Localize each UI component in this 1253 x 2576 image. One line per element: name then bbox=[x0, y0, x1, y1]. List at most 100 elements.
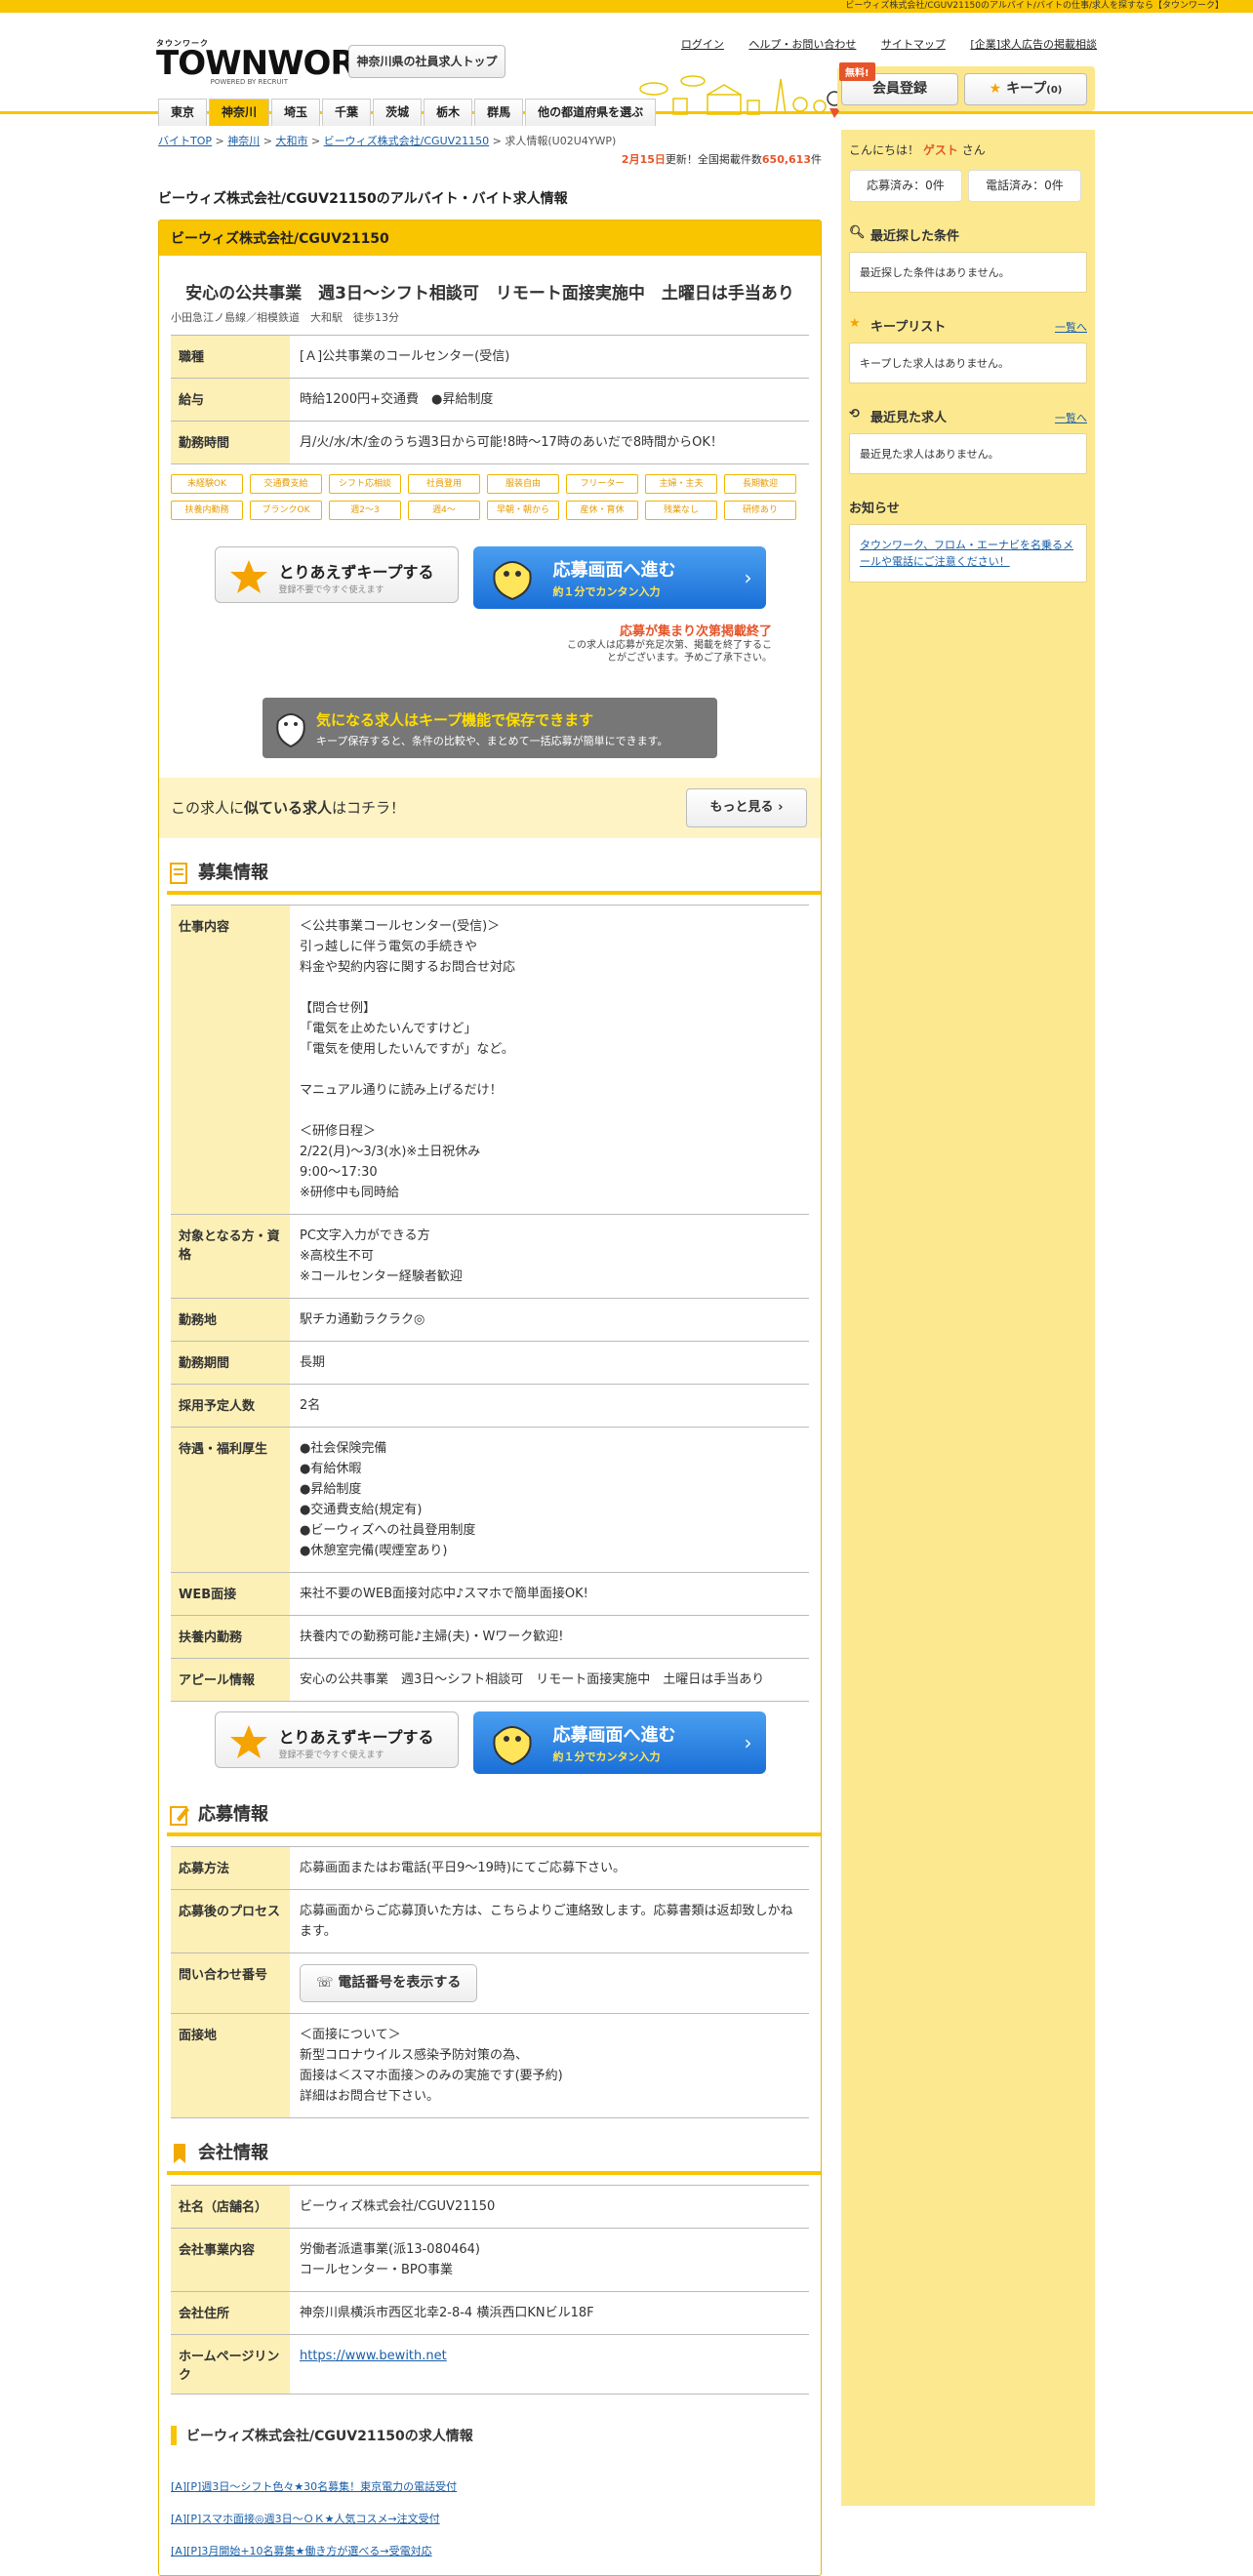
header-links: ログイン ヘルプ・お問い合わせ サイトマップ [企業]求人広告の掲載相談 bbox=[660, 36, 1097, 52]
feature-tag[interactable]: 交通費支給 bbox=[250, 474, 322, 494]
login-link[interactable]: ログイン bbox=[681, 38, 724, 51]
tab-tochigi[interactable]: 栃木 bbox=[424, 99, 473, 126]
table-row: 仕事内容 ＜公共事業コールセンター(受信)＞ 引っ越しに伴う電気の手続きや 料金や… bbox=[171, 905, 809, 1215]
notice-heading: お知らせ bbox=[849, 502, 900, 516]
star-icon bbox=[229, 1725, 267, 1758]
table-row: 問い合わせ番号 ☏ 電話番号を表示する bbox=[171, 1952, 809, 2014]
feature-tag[interactable]: 長期歓迎 bbox=[724, 474, 796, 494]
row-label: 会社住所 bbox=[171, 2291, 290, 2335]
breadcrumb-item[interactable]: バイトTOP bbox=[158, 135, 212, 147]
table-row: 会社住所 神奈川県横浜市西区北幸2-8-4 横浜西口KNビル18F bbox=[171, 2291, 809, 2335]
row-value: ☏ 電話番号を表示する bbox=[290, 1952, 809, 2014]
bookmark-icon bbox=[174, 2144, 185, 2163]
tab-kanagawa[interactable]: 神奈川 bbox=[209, 99, 270, 126]
row-label: 勤務期間 bbox=[171, 1341, 290, 1385]
tab-saitama[interactable]: 埼玉 bbox=[271, 99, 321, 126]
tab-chiba[interactable]: 千葉 bbox=[322, 99, 372, 126]
row-value: 2名 bbox=[290, 1384, 809, 1428]
see-more-button[interactable]: もっと見る › bbox=[686, 788, 807, 827]
breadcrumb-item[interactable]: ビーウィズ株式会社/CGUV21150 bbox=[324, 135, 489, 147]
chevron-right-icon: › bbox=[778, 800, 784, 815]
tab-gunma[interactable]: 群馬 bbox=[474, 99, 524, 126]
feature-tag[interactable]: 主婦・主夫 bbox=[645, 474, 717, 494]
homepage-link[interactable]: https://www.bewith.net bbox=[290, 2334, 809, 2395]
breadcrumb-item[interactable]: 大和市 bbox=[275, 135, 307, 147]
status-counts: 応募済み：0件 電話済み：0件 bbox=[849, 170, 1087, 202]
sitemap-link[interactable]: サイトマップ bbox=[881, 38, 946, 51]
feature-tag[interactable]: 研修あり bbox=[724, 501, 796, 520]
prefecture-tabs: 東京 神奈川 埼玉 千葉 茨城 栃木 群馬 他の都道府県を選ぶ bbox=[158, 99, 658, 126]
feature-tag[interactable]: 早朝・朝から bbox=[487, 501, 559, 520]
row-label: 応募後のプロセス bbox=[171, 1889, 290, 1953]
company-job-link[interactable]: [A][P]3月開始+10名募集★働き方が選べる→受電対応 bbox=[171, 2543, 809, 2558]
sidebar: こんにちは！ ゲスト さん 応募済み：0件 電話済み：0件 🔍︎ 最近探した条件… bbox=[841, 130, 1095, 2506]
apply-button[interactable]: 応募画面へ進む 約１分でカンタン入力 › bbox=[472, 1711, 766, 1774]
feature-tag[interactable]: 服装自由 bbox=[487, 474, 559, 494]
called-count[interactable]: 電話済み：0件 bbox=[968, 170, 1081, 202]
apply-table: 応募方法 応募画面またはお電話(平日9～19時)にてご応募下さい。 応募後のプロセス… bbox=[171, 1846, 809, 2118]
row-value: 月/火/水/木/金のうち週3日から可能!8時～17時のあいだで8時間からOK！ bbox=[290, 421, 809, 464]
mascot-icon bbox=[276, 713, 305, 748]
row-value: [Ａ]公共事業のコールセンター(受信) bbox=[290, 335, 809, 379]
advertise-link[interactable]: [企業]求人広告の掲載相談 bbox=[970, 38, 1097, 51]
table-row: 職種 [Ａ]公共事業のコールセンター(受信) bbox=[171, 335, 809, 379]
row-label: 職種 bbox=[171, 335, 290, 379]
row-label: 勤務時間 bbox=[171, 421, 290, 464]
keeplist-more-link[interactable]: 一覧へ bbox=[1055, 319, 1087, 335]
table-row: WEB面接 来社不要のWEB面接対応中♪スマホで簡単面接OK! bbox=[171, 1572, 809, 1616]
recent-conditions-box: 最近探した条件はありません。 bbox=[849, 252, 1087, 293]
apply-button[interactable]: 応募画面へ進む 約１分でカンタン入力 › bbox=[472, 546, 766, 609]
row-value: ビーウィズ株式会社/CGUV21150 bbox=[290, 2185, 809, 2229]
applied-count[interactable]: 応募済み：0件 bbox=[849, 170, 962, 202]
row-value: 応募画面からご応募頂いた方は、こちらよりご連絡致します。応募書類は返却致しかねま… bbox=[290, 1889, 809, 1953]
feature-tag[interactable]: 未経験OK bbox=[171, 474, 243, 494]
feature-tag[interactable]: 週2～3 bbox=[329, 501, 401, 520]
company-job-link[interactable]: [A][P]スマホ面接◎週3日～ＯＫ★人気コスメ→注文受付 bbox=[171, 2511, 809, 2526]
row-label: 面接地 bbox=[171, 2013, 290, 2118]
company-job-link[interactable]: [A][P]週3日～シフト色々★30名募集！東京電力の電話受付 bbox=[171, 2478, 809, 2494]
feature-tag[interactable]: 週4～ bbox=[408, 501, 480, 520]
townwork-logo[interactable]: タウンワーク TOWNWORK POWERED BY RECRUIT bbox=[156, 38, 381, 86]
table-row: 面接地 ＜面接について＞ 新型コロナウイルス感染予防対策の為、 面接は＜スマホ面接… bbox=[171, 2013, 809, 2118]
page-title: ビーウィズ株式会社/CGUV21150のアルバイト・バイト求人情報 bbox=[158, 191, 568, 207]
summary-table: 職種 [Ａ]公共事業のコールセンター(受信) 給与 時給1200円+交通費 ●昇給制度… bbox=[171, 335, 809, 464]
table-row: 会社事業内容 労働者派遣事業(派13-080464) コールセンター・BPO事業 bbox=[171, 2228, 809, 2292]
keep-feature-banner[interactable]: 気になる求人はキープ機能で保存できます キープ保存すると、条件の比較や、まとめて… bbox=[263, 698, 717, 758]
search-icon: 🔍︎ bbox=[849, 225, 866, 240]
table-row: 待遇・福利厚生 ●社会保険完備 ●有給休暇 ●昇給制度 ●交通費支給(規定有) ●… bbox=[171, 1427, 809, 1573]
table-row: 社名（店舗名） ビーウィズ株式会社/CGUV21150 bbox=[171, 2185, 809, 2229]
main-content: バイトTOP > 神奈川 > 大和市 > ビーウィズ株式会社/CGUV21150… bbox=[158, 130, 822, 2576]
breadcrumb-item[interactable]: 神奈川 bbox=[227, 135, 260, 147]
tab-other-prefectures[interactable]: 他の都道府県を選ぶ bbox=[525, 99, 657, 126]
row-label: 問い合わせ番号 bbox=[171, 1952, 290, 2014]
pencil-icon bbox=[170, 1806, 189, 1826]
feature-tag[interactable]: フリーター bbox=[566, 474, 638, 494]
feature-tag[interactable]: 産休・育休 bbox=[566, 501, 638, 520]
breadcrumb-current: 求人情報(U02U4YWP) bbox=[505, 135, 617, 147]
table-row: アピール情報 安心の公共事業 週3日～シフト相談可 リモート面接実施中 土曜日は手… bbox=[171, 1658, 809, 1702]
phone-icon: ☏ bbox=[316, 1975, 339, 1991]
feature-tag[interactable]: シフト応相談 bbox=[329, 474, 401, 494]
keep-button[interactable]: とりあえずキープする 登録不要で今すぐ使えます bbox=[214, 1711, 459, 1768]
tab-ibaraki[interactable]: 茨城 bbox=[373, 99, 423, 126]
row-label: 勤務地 bbox=[171, 1298, 290, 1342]
help-link[interactable]: ヘルプ・お問い合わせ bbox=[748, 38, 856, 51]
recent-views-more-link[interactable]: 一覧へ bbox=[1055, 410, 1087, 425]
keep-header-button[interactable]: ★ キープ(0) bbox=[964, 73, 1087, 105]
feature-tag[interactable]: 扶養内勤務 bbox=[171, 501, 243, 520]
row-label: 待遇・福利厚生 bbox=[171, 1427, 290, 1573]
show-phone-button[interactable]: ☏ 電話番号を表示する bbox=[300, 1964, 478, 2002]
chevron-right-icon: › bbox=[744, 566, 752, 589]
row-value: ＜面接について＞ 新型コロナウイルス感染予防対策の為、 面接は＜スマホ面接＞のみ… bbox=[290, 2013, 809, 2118]
feature-tag[interactable]: ブランクOK bbox=[250, 501, 322, 520]
prefecture-employee-top-button[interactable]: 神奈川県の社員求人トップ bbox=[348, 45, 505, 78]
notice-link[interactable]: タウンワーク、フロム・エーナビを名乗るメールや電話にご注意ください！ bbox=[849, 524, 1087, 583]
tab-tokyo[interactable]: 東京 bbox=[158, 99, 208, 126]
row-value: 時給1200円+交通費 ●昇給制度 bbox=[290, 378, 809, 422]
feature-tag[interactable]: 残業なし bbox=[645, 501, 717, 520]
row-label: 社名（店舗名） bbox=[171, 2185, 290, 2229]
feature-tag[interactable]: 社員登用 bbox=[408, 474, 480, 494]
row-value: 安心の公共事業 週3日～シフト相談可 リモート面接実施中 土曜日は手当あり bbox=[290, 1658, 809, 1702]
row-label: WEB面接 bbox=[171, 1572, 290, 1616]
keep-button[interactable]: とりあえずキープする 登録不要で今すぐ使えます bbox=[214, 546, 459, 603]
